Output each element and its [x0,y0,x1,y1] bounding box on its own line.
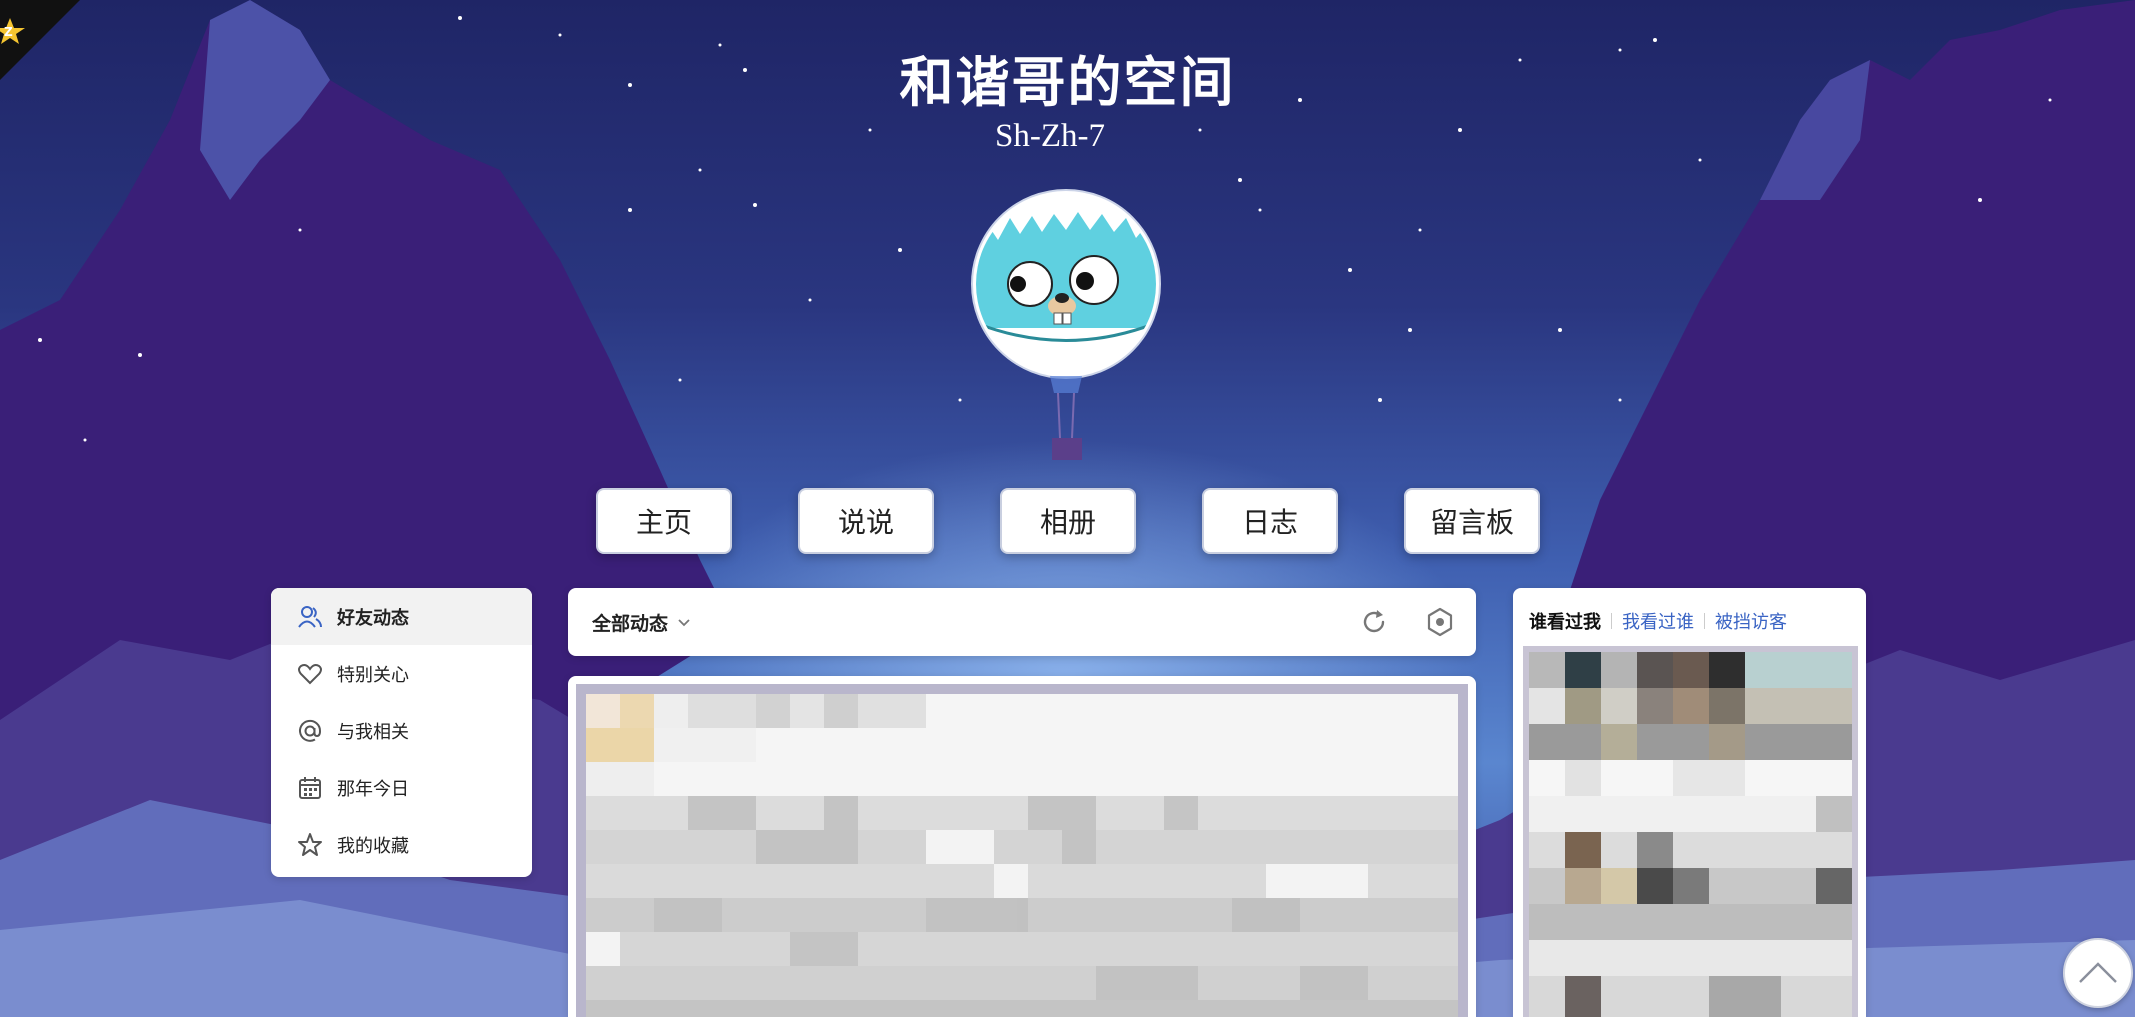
sidebar-item-this-day[interactable]: 那年今日 [271,759,532,816]
nav-album-button[interactable]: 相册 [1000,488,1136,554]
tab-who-i-visited[interactable]: 我看过谁 [1622,608,1694,634]
gopher-balloon-avatar-icon [971,189,1161,460]
pixelated-content [586,694,1458,1017]
sidebar-item-related-to-me[interactable]: 与我相关 [271,702,532,759]
space-title: 和谐哥的空间 [899,50,1236,114]
sidebar-item-label: 特别关心 [337,664,409,686]
sidebar-item-friends-feed[interactable]: 好友动态 [271,588,532,645]
settings-icon[interactable] [1424,606,1456,638]
refresh-icon[interactable] [1358,606,1390,638]
nav-home-button[interactable]: 主页 [596,488,732,554]
calendar-icon [297,775,323,801]
visitor-tabs: 谁看过我 我看过谁 被挡访客 [1529,608,1787,634]
heart-icon [297,661,323,687]
sidebar-item-special-care[interactable]: 特别关心 [271,645,532,702]
tab-divider [1611,613,1612,629]
avatar[interactable] [970,188,1162,460]
feed-filter-dropdown[interactable]: 全部动态 [592,588,692,656]
visitor-card: 谁看过我 我看过谁 被挡访客 [1513,588,1866,1017]
feed-sidebar: 好友动态 特别关心 与我相关 那年今日 我的收藏 [271,588,532,877]
star-icon [297,832,323,858]
scroll-to-top-button[interactable] [2063,938,2133,1008]
tab-blocked-visitors[interactable]: 被挡访客 [1715,608,1787,634]
feed-post-card[interactable] [568,676,1476,1017]
sidebar-item-label: 好友动态 [337,607,409,629]
space-subtitle: Sh-Zh-7 [995,118,1105,154]
tab-who-visited-me[interactable]: 谁看过我 [1529,608,1601,634]
nav-messageboard-button[interactable]: 留言板 [1404,488,1540,554]
sidebar-item-label: 我的收藏 [337,835,409,857]
sidebar-item-label: 与我相关 [337,721,409,743]
svg-text:Z: Z [4,25,13,39]
friends-icon [297,604,323,630]
chevron-up-icon [2079,962,2117,983]
nav-shuoshuo-button[interactable]: 说说 [798,488,934,554]
visitor-avatar-grid[interactable] [1523,646,1858,1017]
feed-toolbar: 全部动态 [568,588,1476,656]
feed-filter-label: 全部动态 [592,612,669,635]
chevron-down-icon [678,619,690,627]
sidebar-item-favorites[interactable]: 我的收藏 [271,816,532,873]
at-icon [297,718,323,744]
nav-blog-button[interactable]: 日志 [1202,488,1338,554]
sidebar-item-label: 那年今日 [337,778,409,800]
tab-divider [1704,613,1705,629]
qzone-page: Z 和谐哥的空间 Sh-Zh-7 主页 说说 相册 日志 留言板 好友动态 特别… [0,0,2135,1017]
feed-post-image [576,684,1468,1017]
pixelated-visitor-list [1529,652,1852,1017]
main-nav: 主页 说说 相册 日志 留言板 [0,488,2135,556]
